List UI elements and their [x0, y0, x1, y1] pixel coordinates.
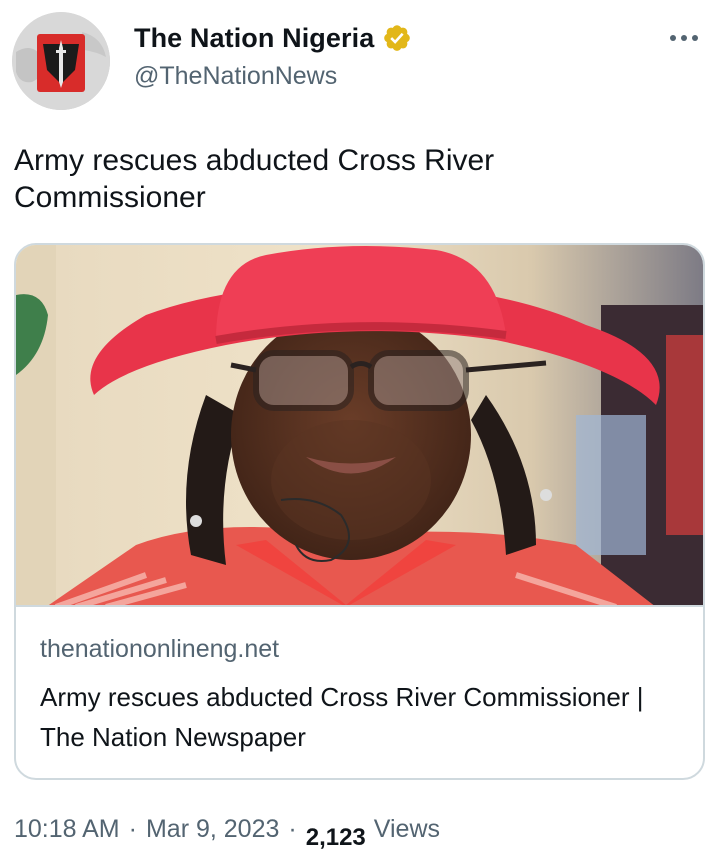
views-label: Views	[373, 815, 441, 843]
author-display-name[interactable]: The Nation Nigeria	[134, 23, 374, 54]
tweet-meta: 10:18 AM · Mar 9, 2023 · 2,123 Views	[14, 815, 440, 855]
link-preview-card[interactable]: thenationonlineng.net Army rescues abduc…	[14, 243, 705, 780]
tweet-date[interactable]: Mar 9, 2023	[146, 815, 279, 844]
card-title: Army rescues abducted Cross River Commis…	[40, 682, 644, 752]
views-count[interactable]: 2,123	[306, 824, 366, 852]
more-horizontal-icon	[670, 35, 698, 41]
author-handle[interactable]: @TheNationNews	[134, 62, 337, 91]
more-button[interactable]	[664, 22, 704, 54]
avatar[interactable]	[12, 12, 110, 110]
card-image[interactable]	[16, 245, 703, 607]
meta-separator: ·	[288, 815, 297, 843]
verified-badge-icon[interactable]	[382, 23, 412, 53]
card-domain: thenationonlineng.net	[40, 635, 280, 663]
meta-separator: ·	[128, 815, 137, 843]
author-name-row: The Nation Nigeria	[134, 20, 412, 56]
the-nation-logo-icon	[12, 12, 110, 110]
article-photo	[16, 245, 703, 605]
tweet-time[interactable]: 10:18 AM	[14, 815, 120, 844]
tweet-text: Army rescues abducted Cross River Commis…	[14, 144, 495, 214]
